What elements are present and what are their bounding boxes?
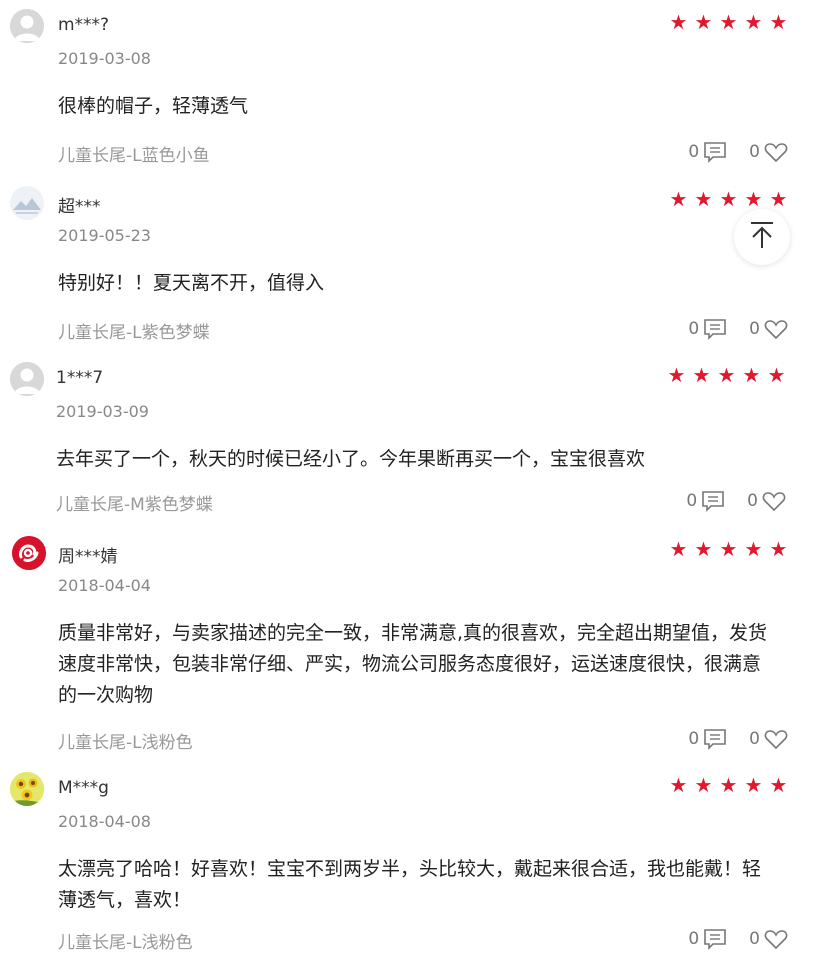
rating-stars: ★ ★ ★ ★ ★	[669, 773, 788, 797]
comment-icon	[703, 318, 727, 340]
review-content: 很棒的帽子，轻薄透气	[58, 95, 249, 117]
avatar[interactable]	[12, 536, 46, 570]
username: m***?	[58, 15, 110, 35]
like-button[interactable]: 0	[749, 728, 788, 750]
star-icon: ★	[667, 363, 686, 387]
review-actions: 0 0	[688, 728, 788, 750]
heart-icon	[764, 728, 788, 750]
comment-icon	[703, 728, 727, 750]
arrow-up-icon	[748, 220, 776, 254]
heart-icon	[764, 318, 788, 340]
comment-count: 0	[686, 491, 698, 511]
like-button[interactable]: 0	[747, 490, 786, 512]
product-spec: 儿童长尾-L紫色梦蝶	[58, 323, 210, 343]
star-icon: ★	[694, 537, 713, 561]
username: M***g	[58, 778, 109, 798]
star-icon: ★	[744, 10, 763, 34]
star-icon: ★	[769, 187, 788, 211]
like-count: 0	[749, 319, 760, 339]
rating-stars: ★ ★ ★ ★ ★	[667, 363, 786, 387]
star-icon: ★	[719, 537, 738, 561]
review-date: 2018-04-04	[58, 576, 151, 595]
comment-count: 0	[688, 142, 700, 162]
avatar[interactable]	[10, 362, 44, 396]
comment-button[interactable]: 0	[688, 728, 727, 750]
product-spec: 儿童长尾-L蓝色小鱼	[58, 146, 210, 166]
back-to-top-button[interactable]	[734, 209, 790, 265]
rating-stars: ★ ★ ★ ★ ★	[669, 537, 788, 561]
comment-button[interactable]: 0	[686, 490, 725, 512]
like-button[interactable]: 0	[749, 318, 788, 340]
review-actions: 0 0	[686, 490, 786, 512]
product-spec: 儿童长尾-M紫色梦蝶	[56, 495, 213, 515]
product-spec: 儿童长尾-L浅粉色	[58, 933, 193, 953]
username: 超***	[58, 197, 101, 217]
star-icon: ★	[694, 10, 713, 34]
star-icon: ★	[719, 187, 738, 211]
avatar[interactable]	[10, 772, 44, 806]
star-icon: ★	[719, 773, 738, 797]
star-icon: ★	[669, 773, 688, 797]
comment-count: 0	[688, 929, 700, 949]
review-content: 质量非常好，与卖家描述的完全一致，非常满意,真的很喜欢，完全超出期望值，发货速度…	[58, 622, 768, 706]
like-count: 0	[749, 142, 760, 162]
landscape-avatar-icon	[10, 186, 44, 220]
avatar[interactable]	[10, 186, 44, 220]
like-button[interactable]: 0	[749, 928, 788, 950]
like-count: 0	[749, 929, 760, 949]
comment-icon	[703, 928, 727, 950]
red-logo-avatar-icon	[12, 536, 46, 570]
star-icon: ★	[694, 187, 713, 211]
review-content: 太漂亮了哈哈！好喜欢！宝宝不到两岁半，头比较大，戴起来很合适，我也能戴！轻薄透气…	[58, 858, 762, 911]
sunflower-avatar-icon	[10, 772, 44, 806]
avatar[interactable]	[10, 9, 44, 43]
rating-stars: ★ ★ ★ ★ ★	[669, 10, 788, 34]
review-date: 2019-05-23	[58, 226, 151, 245]
star-icon: ★	[767, 363, 786, 387]
star-icon: ★	[742, 363, 761, 387]
comment-count: 0	[688, 319, 700, 339]
review-date: 2019-03-08	[58, 49, 151, 68]
comment-count: 0	[688, 729, 700, 749]
rating-stars: ★ ★ ★ ★ ★	[669, 187, 788, 211]
star-icon: ★	[694, 773, 713, 797]
username: 周***婧	[58, 547, 118, 567]
star-icon: ★	[717, 363, 736, 387]
like-button[interactable]: 0	[749, 141, 788, 163]
star-icon: ★	[669, 537, 688, 561]
default-avatar-icon	[10, 362, 44, 396]
star-icon: ★	[769, 537, 788, 561]
review-actions: 0 0	[688, 928, 788, 950]
review-date: 2019-03-09	[56, 402, 149, 421]
star-icon: ★	[669, 187, 688, 211]
comment-button[interactable]: 0	[688, 141, 727, 163]
star-icon: ★	[769, 773, 788, 797]
review-actions: 0 0	[688, 141, 788, 163]
star-icon: ★	[744, 187, 763, 211]
star-icon: ★	[769, 10, 788, 34]
heart-icon	[764, 928, 788, 950]
default-avatar-icon	[10, 9, 44, 43]
comment-button[interactable]: 0	[688, 318, 727, 340]
review-content: 去年买了一个，秋天的时候已经小了。今年果断再买一个，宝宝很喜欢	[56, 448, 646, 470]
heart-icon	[762, 490, 786, 512]
product-spec: 儿童长尾-L浅粉色	[58, 733, 193, 753]
star-icon: ★	[744, 773, 763, 797]
review-content: 特别好！！夏天离不开，值得入	[58, 272, 325, 294]
star-icon: ★	[692, 363, 711, 387]
like-count: 0	[749, 729, 760, 749]
heart-icon	[764, 141, 788, 163]
comment-icon	[701, 490, 725, 512]
comment-icon	[703, 141, 727, 163]
star-icon: ★	[669, 10, 688, 34]
review-actions: 0 0	[688, 318, 788, 340]
review-date: 2018-04-08	[58, 812, 151, 831]
like-count: 0	[747, 491, 758, 511]
star-icon: ★	[744, 537, 763, 561]
username: 1***7	[56, 368, 104, 388]
star-icon: ★	[719, 10, 738, 34]
comment-button[interactable]: 0	[688, 928, 727, 950]
